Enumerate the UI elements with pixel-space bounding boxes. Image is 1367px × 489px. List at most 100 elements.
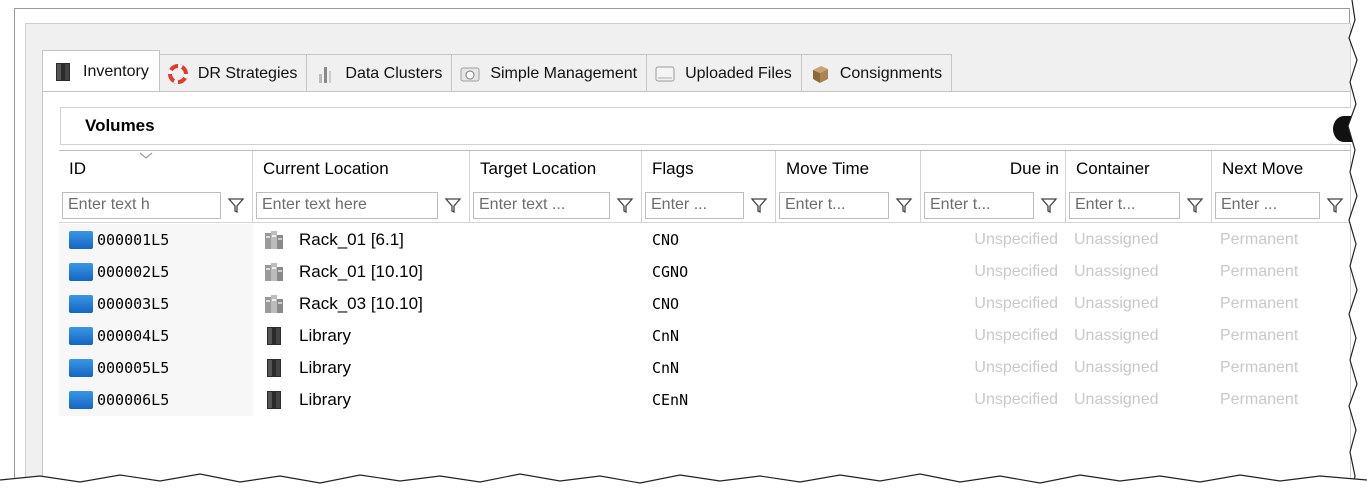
filter-input[interactable]: Enter t... <box>924 191 1034 219</box>
cell-due-in: Unspecified <box>921 288 1066 320</box>
filter-icon[interactable] <box>223 192 249 219</box>
grid-body: 000001L5 Rack_01 [6.1] CNO Unspecified Unass… <box>59 224 1351 416</box>
tab-label: Uploaded Files <box>685 64 792 82</box>
filter-icon[interactable] <box>1036 192 1062 219</box>
cell-move-time <box>776 384 921 416</box>
filter-cell-next-move: Enter ... <box>1212 187 1351 223</box>
filter-icon[interactable] <box>1182 192 1208 219</box>
cell-target-location <box>470 384 642 416</box>
tab-dr-strategies[interactable]: DR Strategies <box>159 54 308 92</box>
filter-input[interactable]: Enter text ... <box>473 191 610 219</box>
filter-icon[interactable] <box>891 192 917 219</box>
cell-target-location <box>470 224 642 256</box>
cell-next-move: Permanent <box>1212 224 1351 256</box>
cell-container: Unassigned <box>1066 384 1212 416</box>
cluster-icon <box>319 66 332 83</box>
cell-current-location: Library <box>253 320 470 352</box>
filter-input[interactable]: Enter text here <box>256 191 438 219</box>
table-row[interactable]: 000003L5 Rack_03 [10.10] CNO Unspecified Una… <box>59 288 1351 320</box>
cell-current-location: Library <box>253 384 470 416</box>
cell-id: 000004L5 <box>59 320 253 352</box>
cell-flags: CNO <box>642 224 776 256</box>
cell-move-time <box>776 256 921 288</box>
filter-input[interactable]: Enter t... <box>779 191 889 219</box>
cell-due-in: Unspecified <box>921 224 1066 256</box>
lifebuoy-icon <box>167 63 188 84</box>
volume-icon <box>69 359 93 377</box>
container-text: Unassigned <box>1074 231 1159 248</box>
tab-consignments[interactable]: Consignments <box>801 54 953 92</box>
collapse-icon[interactable] <box>1333 116 1355 142</box>
column-header-container[interactable]: Container <box>1066 151 1212 187</box>
rack-icon <box>265 231 283 249</box>
column-header-id[interactable]: ID <box>59 151 253 187</box>
next-move-text: Permanent <box>1220 231 1299 248</box>
cell-due-in: Unspecified <box>921 256 1066 288</box>
column-header-current-location[interactable]: Current Location <box>253 151 470 187</box>
table-row[interactable]: 000001L5 Rack_01 [6.1] CNO Unspecified Unass… <box>59 224 1351 256</box>
location-text: Rack_01 [6.1] <box>299 230 404 249</box>
library-icon <box>267 359 281 377</box>
filter-icon[interactable] <box>1322 192 1348 219</box>
cell-target-location <box>470 352 642 384</box>
cell-due-in: Unspecified <box>921 352 1066 384</box>
cell-move-time <box>776 320 921 352</box>
table-row[interactable]: 000004L5 Library CnN Unspecified Unassigned P… <box>59 320 1351 352</box>
filter-input[interactable]: Enter ... <box>1215 191 1320 219</box>
filter-input[interactable]: Enter t... <box>1069 191 1180 219</box>
volume-id: 000006L5 <box>97 391 170 409</box>
cell-container: Unassigned <box>1066 256 1212 288</box>
cell-next-move: Permanent <box>1212 384 1351 416</box>
location-text: Rack_03 [10.10] <box>299 294 423 313</box>
cell-container: Unassigned <box>1066 224 1212 256</box>
cell-target-location <box>470 288 642 320</box>
gauge-icon <box>460 67 480 81</box>
column-label: Due in <box>1009 159 1059 178</box>
tab-simple-management[interactable]: Simple Management <box>452 54 648 92</box>
filter-icon[interactable] <box>612 192 638 219</box>
cell-container: Unassigned <box>1066 352 1212 384</box>
volume-id: 000001L5 <box>97 231 170 249</box>
cell-id: 000001L5 <box>59 224 253 256</box>
section-title: Volumes <box>85 116 155 135</box>
column-header-flags[interactable]: Flags <box>642 151 776 187</box>
tab-uploaded-files[interactable]: Uploaded Files <box>647 54 802 92</box>
cell-id: 000005L5 <box>59 352 253 384</box>
box-icon <box>812 65 828 83</box>
column-header-target-location[interactable]: Target Location <box>470 151 642 187</box>
cell-next-move: Permanent <box>1212 256 1351 288</box>
flags-text: CGNO <box>652 263 689 281</box>
volume-icon <box>69 327 93 345</box>
library-icon <box>267 327 281 345</box>
section-header: Volumes <box>60 107 1355 145</box>
table-row[interactable]: 000006L5 Library CEnN Unspecified Unassigned… <box>59 384 1351 416</box>
volume-id: 000005L5 <box>97 359 170 377</box>
cell-id: 000002L5 <box>59 256 253 288</box>
column-label: Next Move <box>1222 159 1304 178</box>
table-row[interactable]: 000002L5 Rack_01 [10.10] CGNO Unspecified Un… <box>59 256 1351 288</box>
due-in-text: Unspecified <box>974 231 1058 248</box>
filter-icon[interactable] <box>746 192 772 219</box>
next-move-text: Permanent <box>1220 391 1299 408</box>
table-row[interactable]: 000005L5 Library CnN Unspecified Unassigned P… <box>59 352 1351 384</box>
column-header-move-time[interactable]: Move Time <box>776 151 921 187</box>
cell-flags: CEnN <box>642 384 776 416</box>
tab-inventory[interactable]: Inventory <box>42 50 160 92</box>
cell-move-time <box>776 224 921 256</box>
sort-indicator-icon <box>139 152 153 159</box>
tab-data-clusters[interactable]: Data Clusters <box>307 54 453 92</box>
column-header-next-move[interactable]: Next Move <box>1212 151 1351 187</box>
next-move-text: Permanent <box>1220 327 1299 344</box>
grid-filter-row: Enter text h Enter text here Enter text … <box>59 187 1351 223</box>
column-label: ID <box>69 159 86 178</box>
cell-current-location: Library <box>253 352 470 384</box>
filter-icon[interactable] <box>440 192 466 219</box>
filter-input[interactable]: Enter ... <box>645 191 744 219</box>
column-header-due-in[interactable]: Due in <box>921 151 1066 187</box>
container-text: Unassigned <box>1074 263 1159 280</box>
filter-input[interactable]: Enter text h <box>62 191 221 219</box>
flags-text: CNO <box>652 231 680 249</box>
due-in-text: Unspecified <box>974 295 1058 312</box>
flags-text: CNO <box>652 295 680 313</box>
filter-cell-flags: Enter ... <box>642 187 776 223</box>
